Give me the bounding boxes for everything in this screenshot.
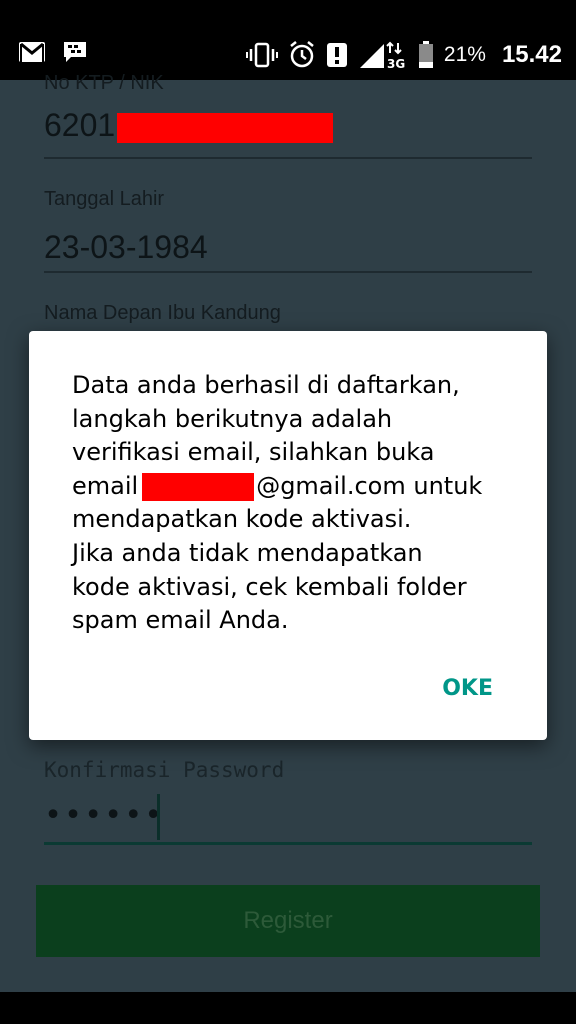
dialog-line: langkah berikutnya adalah [72,404,393,433]
dialog-email-word: email [72,471,139,500]
dialog-line: kode aktivasi, cek kembali folder [72,572,467,601]
register-button[interactable]: Register [36,885,540,957]
birthdate-label: Tanggal Lahir [44,188,165,210]
alert-icon [326,42,348,68]
oke-button[interactable]: OKE [442,676,493,701]
success-dialog: Data anda berhasil di daftarkan, langkah… [29,331,547,740]
status-time: 15.42 [501,41,562,68]
ktp-field[interactable]: No KTP / NIK 6201 [44,72,532,159]
bottom-black-bar [0,992,576,1024]
dialog-line-email: email @gmail.com untuk [72,470,522,504]
alarm-clock-icon [288,41,316,69]
confirm-password-underline [44,842,532,845]
text-cursor [157,794,160,840]
bbm-icon [62,40,88,64]
confirm-password-label: Konfirmasi Password [44,758,285,782]
dialog-line: Data anda berhasil di daftarkan, [72,371,460,399]
ktp-redaction [117,112,334,143]
dialog-line: verifikasi email, silahkan buka [72,438,435,467]
dialog-line: Jika anda tidak mendapatkan [72,538,423,567]
mother-name-field[interactable]: Nama Depan Ibu Kandung [44,302,532,325]
confirm-password-input[interactable]: •••••• [44,798,164,833]
dialog-email-domain: @gmail.com untuk [256,471,483,500]
birthdate-underline [44,271,532,273]
ktp-value-prefix: 6201 [44,107,116,143]
battery-percent: 21% [443,43,486,66]
dialog-line: mendapatkan kode aktivasi. [72,505,412,534]
battery-icon [418,41,434,69]
birthdate-field[interactable]: Tanggal Lahir 23-03-1984 [44,188,532,273]
signal-3g-icon: 3G [358,40,408,70]
ktp-underline [44,157,532,159]
email-redaction [142,472,255,501]
mother-name-label: Nama Depan Ibu Kandung [44,302,281,324]
dialog-message: Data anda berhasil di daftarkan, langkah… [72,369,522,638]
network-type-label: 3G [387,57,405,70]
ktp-label: No KTP / NIK [44,72,164,94]
birthdate-value[interactable]: 23-03-1984 [44,229,532,266]
dialog-line: spam email Anda. [72,606,289,635]
screen: 3G 21% 15.42 No KTP / NIK 6201 Tanggal L… [0,0,576,1024]
top-black-bar [0,0,576,32]
ktp-value[interactable]: 6201 [44,107,532,144]
vibrate-icon [245,42,278,68]
gmail-icon [18,41,46,63]
